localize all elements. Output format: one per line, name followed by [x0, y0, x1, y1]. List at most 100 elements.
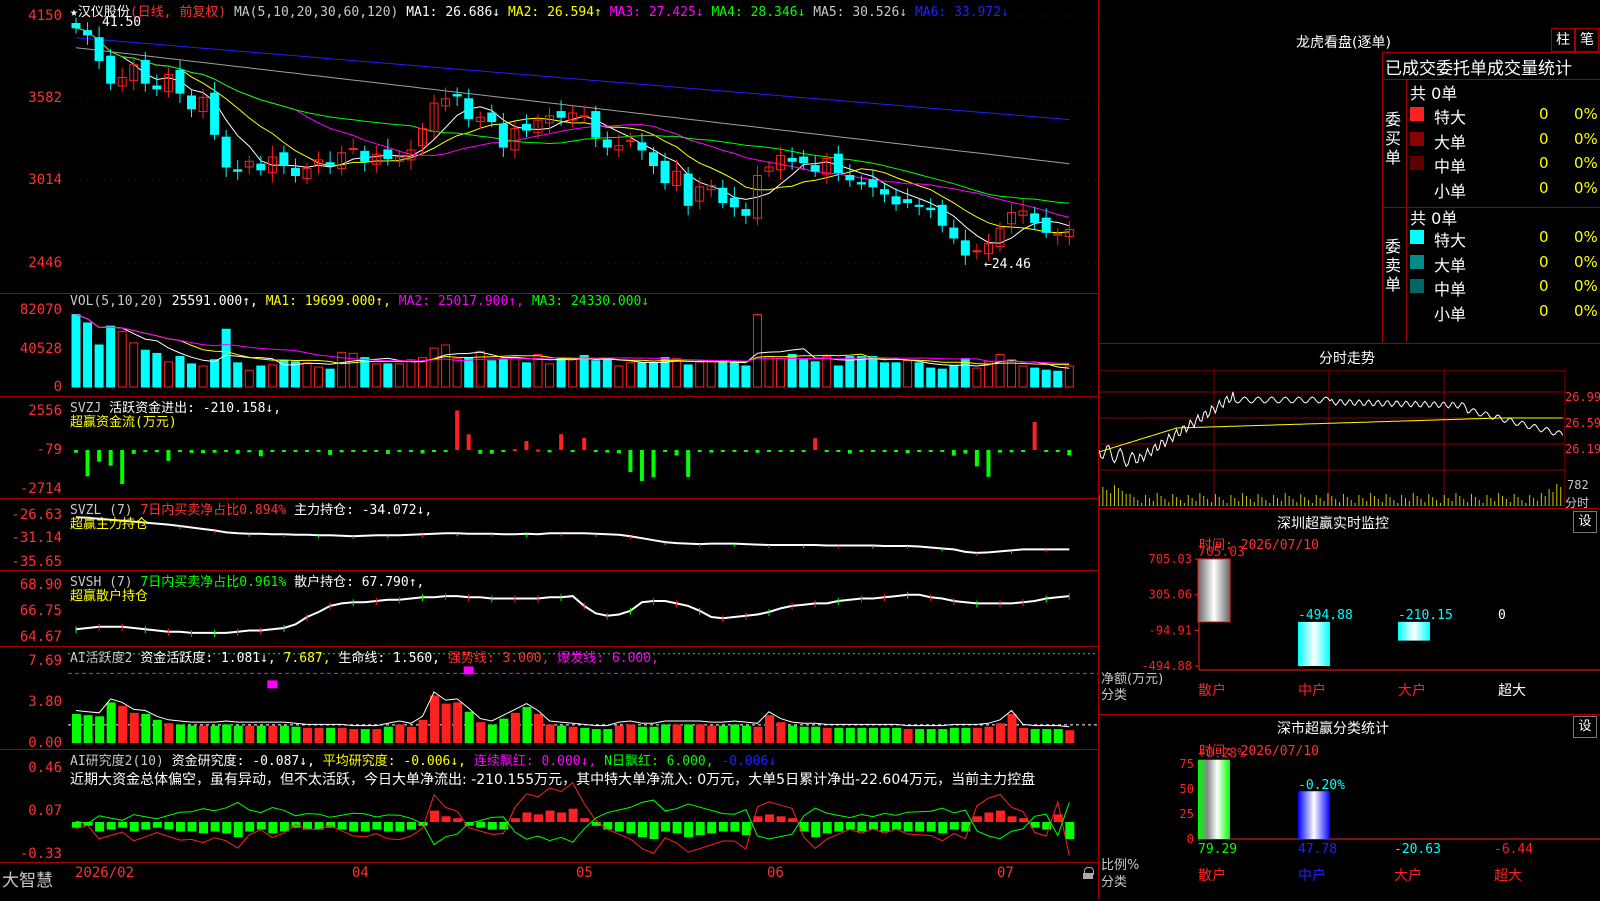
btn-zhu[interactable]: 柱: [1551, 28, 1575, 52]
act-bar: [684, 724, 694, 743]
sell-row: 特大 0 0%: [1099, 226, 1600, 250]
act-ylabel-2: 0.00: [28, 735, 62, 751]
sell-color-swatch: [1410, 279, 1424, 293]
act-bar: [453, 702, 463, 743]
intraday-panel[interactable]: 分时走势 26.99 26.59 26.19 782 分时: [1099, 344, 1600, 510]
svzj-bar: [339, 450, 344, 453]
svzj-bar: [235, 450, 240, 454]
kline-chart[interactable]: [68, 0, 1098, 293]
act-bar: [534, 714, 543, 743]
class-xcap: 分类: [1101, 875, 1128, 890]
monitor-cat-3: 超大: [1498, 683, 1526, 699]
act-bar: [741, 725, 751, 743]
class-panel[interactable]: 深市超赢分类统计 设 时间: 2026/07/10 75 50 25 0 +0.28% -…: [1099, 716, 1600, 900]
class-ylabel-1: 50: [1180, 782, 1194, 796]
kline-candle: [1041, 217, 1051, 233]
vol-bar: [568, 358, 578, 388]
kline-mode[interactable]: (日线, 前复权): [130, 5, 226, 20]
res-bar: [441, 816, 451, 822]
res-bar: [268, 822, 278, 834]
res-bar: [129, 822, 139, 832]
svzj-bar: [790, 450, 795, 452]
monitor-bar-散户: [1197, 558, 1231, 623]
res-bar: [453, 818, 463, 822]
svzj-bar: [1055, 450, 1060, 453]
svzj-bar: [767, 450, 771, 452]
brand-logo[interactable]: 大智慧: [2, 866, 53, 891]
kline-candle: [810, 165, 820, 172]
res-bar: [845, 822, 855, 830]
svsh-panel[interactable]: 68.90 66.75 64.67 SVSH (7) 7日内买卖净占比0.961…: [0, 571, 1098, 647]
svzj-bar: [374, 450, 379, 452]
vol-bar: [441, 344, 451, 388]
vol-bar: [718, 360, 728, 388]
kline-candle: [498, 123, 508, 148]
act-life: 生命线: 1.560,: [338, 651, 441, 666]
kline-header: ★汉仪股份(日线, 前复权) MA(5,10,20,30,60,120) MA1…: [70, 1, 1009, 20]
svsh-sub: 超赢散户持仓: [70, 589, 149, 604]
date-4: 07: [997, 865, 1014, 881]
kline-candle: [233, 169, 243, 172]
buy-pct: 0%: [1574, 105, 1598, 123]
kline-panel[interactable]: 4150 3582 3014 2446 ★汉仪股份(日线, 前复权) MA(5,…: [0, 0, 1098, 294]
kline-candle: [452, 94, 462, 97]
buy-type: 中单: [1434, 157, 1467, 176]
class-chart[interactable]: 75 50 25 0 +0.28% -0.20% 79.29 47.78 -20.63 -6.44…: [1099, 716, 1600, 900]
svzj-panel[interactable]: 2556 -79 -2714 SVZJ 活跃资金进出: -210.158↓, 超…: [0, 397, 1098, 499]
svzj-bar: [1067, 450, 1072, 456]
vol-bar: [741, 365, 751, 388]
res-bar: [857, 822, 867, 832]
res-bar: [106, 822, 116, 830]
vol-ylabel-1: 40528: [19, 341, 62, 357]
vol-ylabel-2: 0: [53, 379, 62, 395]
sell-pct: 0%: [1574, 228, 1598, 246]
vol-bar: [498, 359, 508, 388]
vol-panel[interactable]: 82070 40528 0 VOL(5,10,20) 25591.000↑, M…: [0, 294, 1098, 397]
ma1-value: MA1: 26.686↓: [406, 5, 501, 20]
svzj-bar: [328, 450, 333, 455]
vol-bar: [163, 361, 173, 388]
vol-chart[interactable]: [68, 294, 1098, 396]
monitor-bar-大户: [1398, 621, 1430, 641]
res-bar: [707, 822, 717, 834]
res-bar: [487, 822, 497, 830]
act-peak-marker: [267, 680, 278, 689]
svzj-bar: [408, 450, 413, 452]
buy-count: 0: [1539, 105, 1549, 123]
vol-bar: [290, 361, 300, 388]
svzj-bar: [512, 449, 517, 452]
act-bar: [1053, 729, 1063, 743]
intraday-chart[interactable]: [1099, 370, 1565, 506]
dragon-panel[interactable]: 龙虎看盘(逐单) 柱 笔 已成交委托单成交量统计 委买单 共 0单 特大 0 0% 大…: [1099, 0, 1600, 345]
kline-candle: [279, 152, 289, 167]
svzj-bar: [432, 450, 437, 452]
buy-pct: 0%: [1574, 154, 1598, 172]
btn-bi[interactable]: 笔: [1575, 28, 1599, 52]
vol-bar: [579, 355, 589, 388]
svzj-bar: [778, 450, 783, 452]
act-bar: [776, 722, 786, 743]
ai-research-panel[interactable]: 0.46 0.07 -0.33 AI研究度2(10) 资金研究度: -0.087…: [0, 750, 1098, 862]
act-bar: [753, 726, 763, 743]
vol-bar: [637, 362, 647, 388]
star-icon[interactable]: ★: [70, 5, 78, 20]
svsh-ratio: 7日内买卖净占比0.961%: [140, 575, 287, 590]
svzj-sub: 超赢资金流(万元): [70, 415, 177, 430]
res-bar: [892, 822, 902, 830]
monitor-panel[interactable]: 深圳超赢实时监控 设 时间: 2026/07/10 705.03 305.06 -9…: [1099, 510, 1600, 715]
monitor-chart[interactable]: 705.03305.06-94.91-494.88705.03散户-494.88…: [1099, 510, 1600, 715]
ai-activity-panel[interactable]: 7.69 3.80 0.00 AI活跃度2 资金活跃度: 1.081↓, 7.6…: [0, 647, 1098, 751]
buy-row: 中单 0 0%: [1099, 152, 1600, 176]
date-0: 2026/02: [75, 865, 135, 881]
vol-bar: [371, 363, 381, 388]
svzj-bar: [316, 450, 321, 452]
intraday-frame: [1099, 370, 1565, 506]
act-peak-marker: [463, 666, 474, 675]
res-bar: [175, 822, 185, 832]
sell-row: 中单 0 0%: [1099, 275, 1600, 299]
svzl-panel[interactable]: -26.63 -31.14 -35.65 SVZL (7) 7日内买卖净占比0.…: [0, 499, 1098, 571]
monitor-cat-1: 中户: [1298, 682, 1326, 699]
vol-bar: [776, 358, 786, 388]
class-bar-1: [1298, 791, 1330, 839]
class-bottom-3: -6.44: [1494, 842, 1533, 857]
